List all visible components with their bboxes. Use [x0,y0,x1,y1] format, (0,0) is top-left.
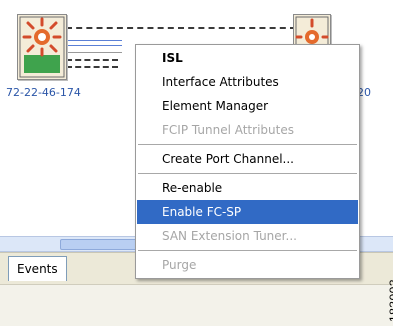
isl-link[interactable] [66,59,118,61]
menu-item-enable-fc-sp[interactable]: Enable FC-SP [137,200,358,224]
menu-separator [138,250,357,251]
menu-item-san-extension-tuner: SAN Extension Tuner... [162,229,297,243]
status-area [0,284,393,326]
menu-separator [138,144,357,145]
isl-link[interactable] [66,45,122,46]
isl-link[interactable] [66,27,296,29]
menu-item-isl[interactable]: ISL [137,46,358,70]
menu-item-fcip-tunnel-attributes: FCIP Tunnel Attributes [162,123,294,137]
menu-item-element-manager[interactable]: Element Manager [137,94,358,118]
tab-events[interactable]: Events [8,256,67,281]
figure-id: 183003 [387,279,393,323]
menu-item-create-port-channel[interactable]: Create Port Channel... [137,147,358,171]
menu-item-interface-attributes[interactable]: Interface Attributes [137,70,358,94]
isl-link[interactable] [66,66,118,68]
context-menu: ISL Interface Attributes Element Manager… [135,44,360,279]
isl-link[interactable] [66,52,122,53]
switch-label[interactable]: 72-22-46-174 [6,86,81,99]
menu-item-re-enable[interactable]: Re-enable [137,176,358,200]
isl-link[interactable] [66,40,122,41]
menu-separator [138,173,357,174]
switch-icon[interactable] [17,14,67,80]
menu-item-purge: Purge [162,258,197,272]
